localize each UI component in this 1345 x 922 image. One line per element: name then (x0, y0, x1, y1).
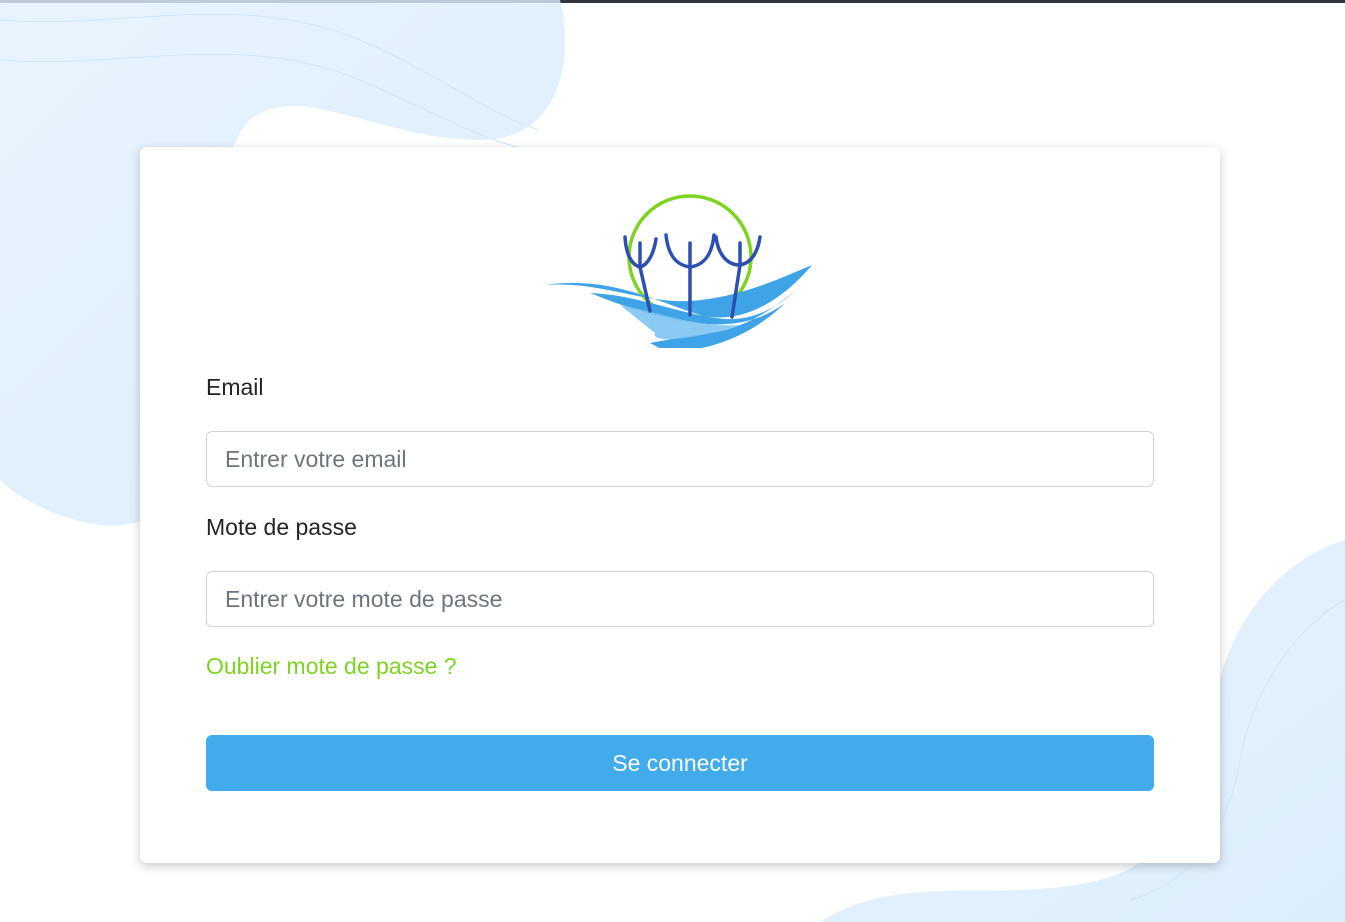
login-card: Email Mote de passe Oublier mote de pass… (140, 147, 1220, 863)
password-input[interactable] (206, 571, 1154, 627)
logo-icon (545, 194, 812, 348)
email-label: Email (206, 374, 264, 400)
forgot-password-link[interactable]: Oublier mote de passe ? (206, 653, 457, 680)
email-input[interactable] (206, 431, 1154, 487)
password-label: Mote de passe (206, 514, 357, 540)
login-button[interactable]: Se connecter (206, 735, 1154, 791)
